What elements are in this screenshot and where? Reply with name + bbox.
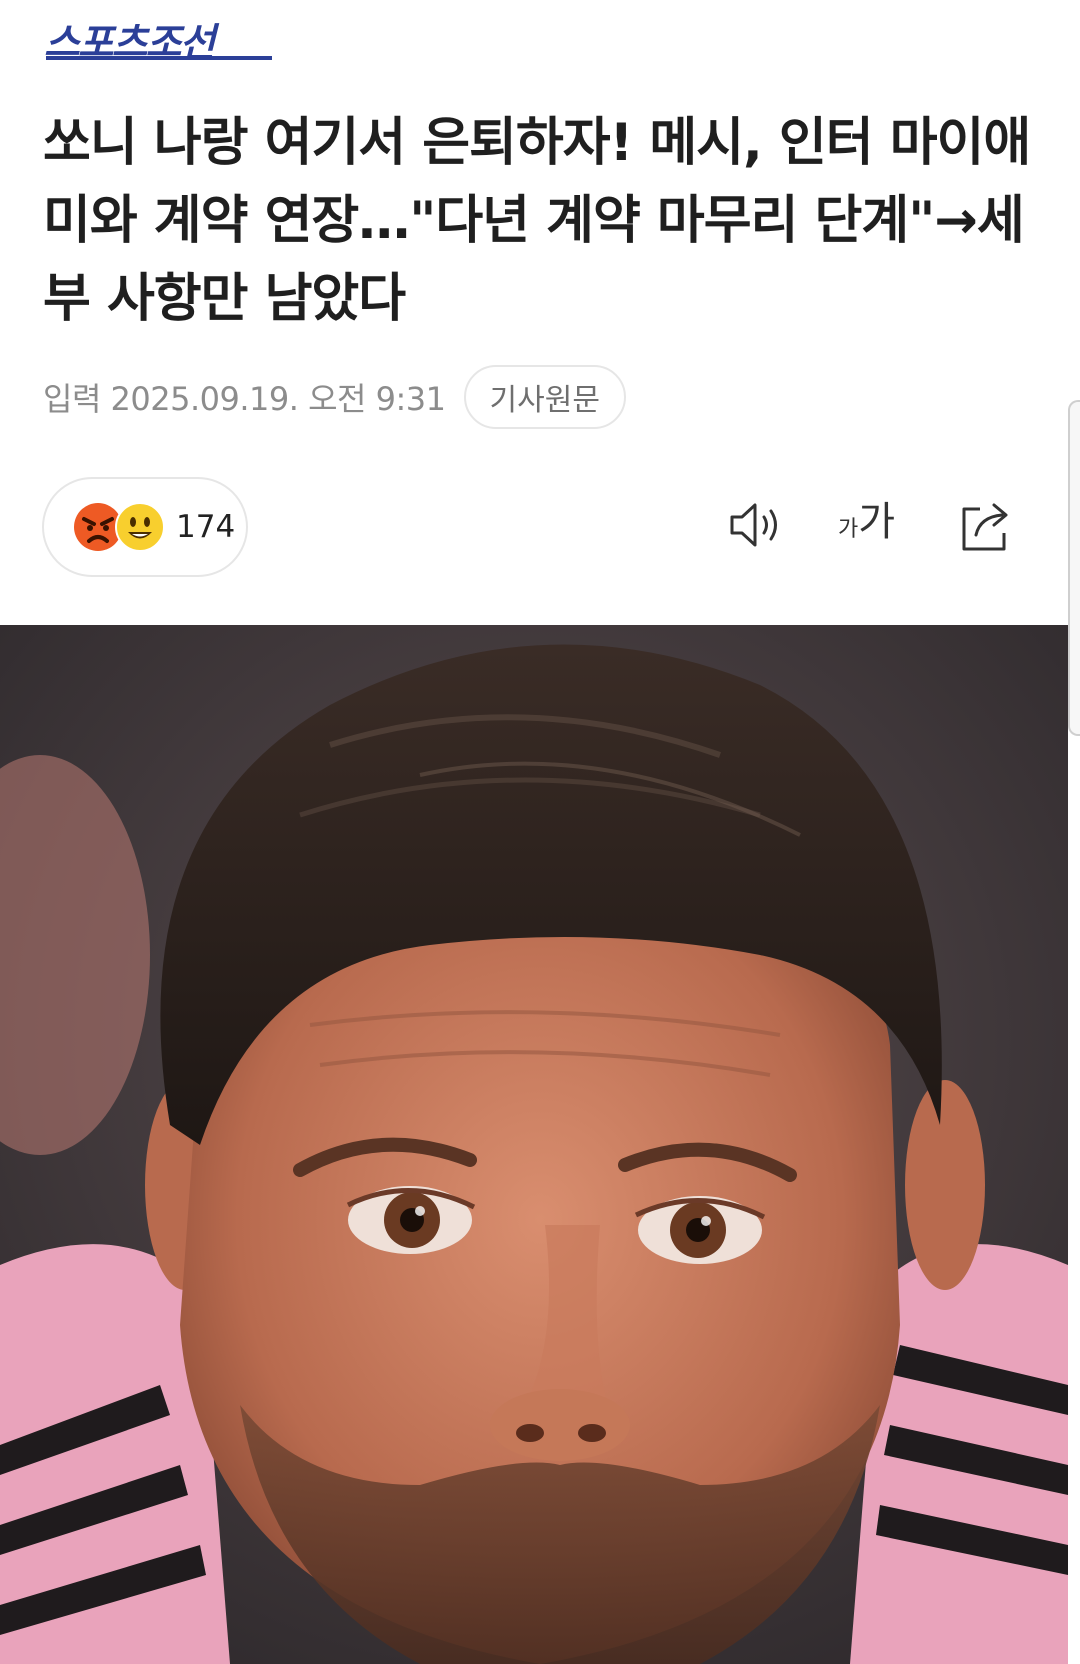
reaction-button[interactable]: 174 bbox=[42, 477, 248, 577]
player-portrait-image bbox=[0, 625, 1068, 1664]
reaction-count: 174 bbox=[176, 509, 236, 545]
article-meta: 입력 2025.09.19. 오전 9:31 기사원문 bbox=[43, 364, 626, 430]
original-article-button[interactable]: 기사원문 bbox=[463, 365, 626, 429]
article-title: 쏘니 나랑 여기서 은퇴하자! 메시, 인터 마이애미와 계약 연장…"다년 계… bbox=[43, 113, 1031, 329]
speaker-icon bbox=[730, 503, 777, 547]
font-size-big-label: 가 bbox=[858, 499, 896, 545]
grinning-face-icon bbox=[115, 502, 165, 552]
font-size-button[interactable]: 가 가 bbox=[838, 495, 904, 555]
font-size-icon: 가 가 bbox=[838, 495, 904, 555]
sports-chosun-logo: 스포츠조선 bbox=[44, 21, 272, 64]
font-size-small-label: 가 bbox=[838, 517, 859, 542]
publish-date: 입력 2025.09.19. 오전 9:31 bbox=[43, 380, 446, 418]
text-to-speech-button[interactable] bbox=[728, 495, 786, 555]
reaction-emojis bbox=[72, 501, 168, 553]
share-button[interactable] bbox=[958, 495, 1016, 555]
brand-logo[interactable]: 스포츠조선 bbox=[44, 20, 276, 64]
hero-photo bbox=[0, 625, 1068, 1664]
article-page: 스포츠조선 쏘니 나랑 여기서 은퇴하자! 메시, 인터 마이애미와 계약 연장… bbox=[0, 0, 1080, 1664]
share-icon bbox=[962, 503, 1008, 551]
scrollbar[interactable] bbox=[1068, 400, 1080, 736]
